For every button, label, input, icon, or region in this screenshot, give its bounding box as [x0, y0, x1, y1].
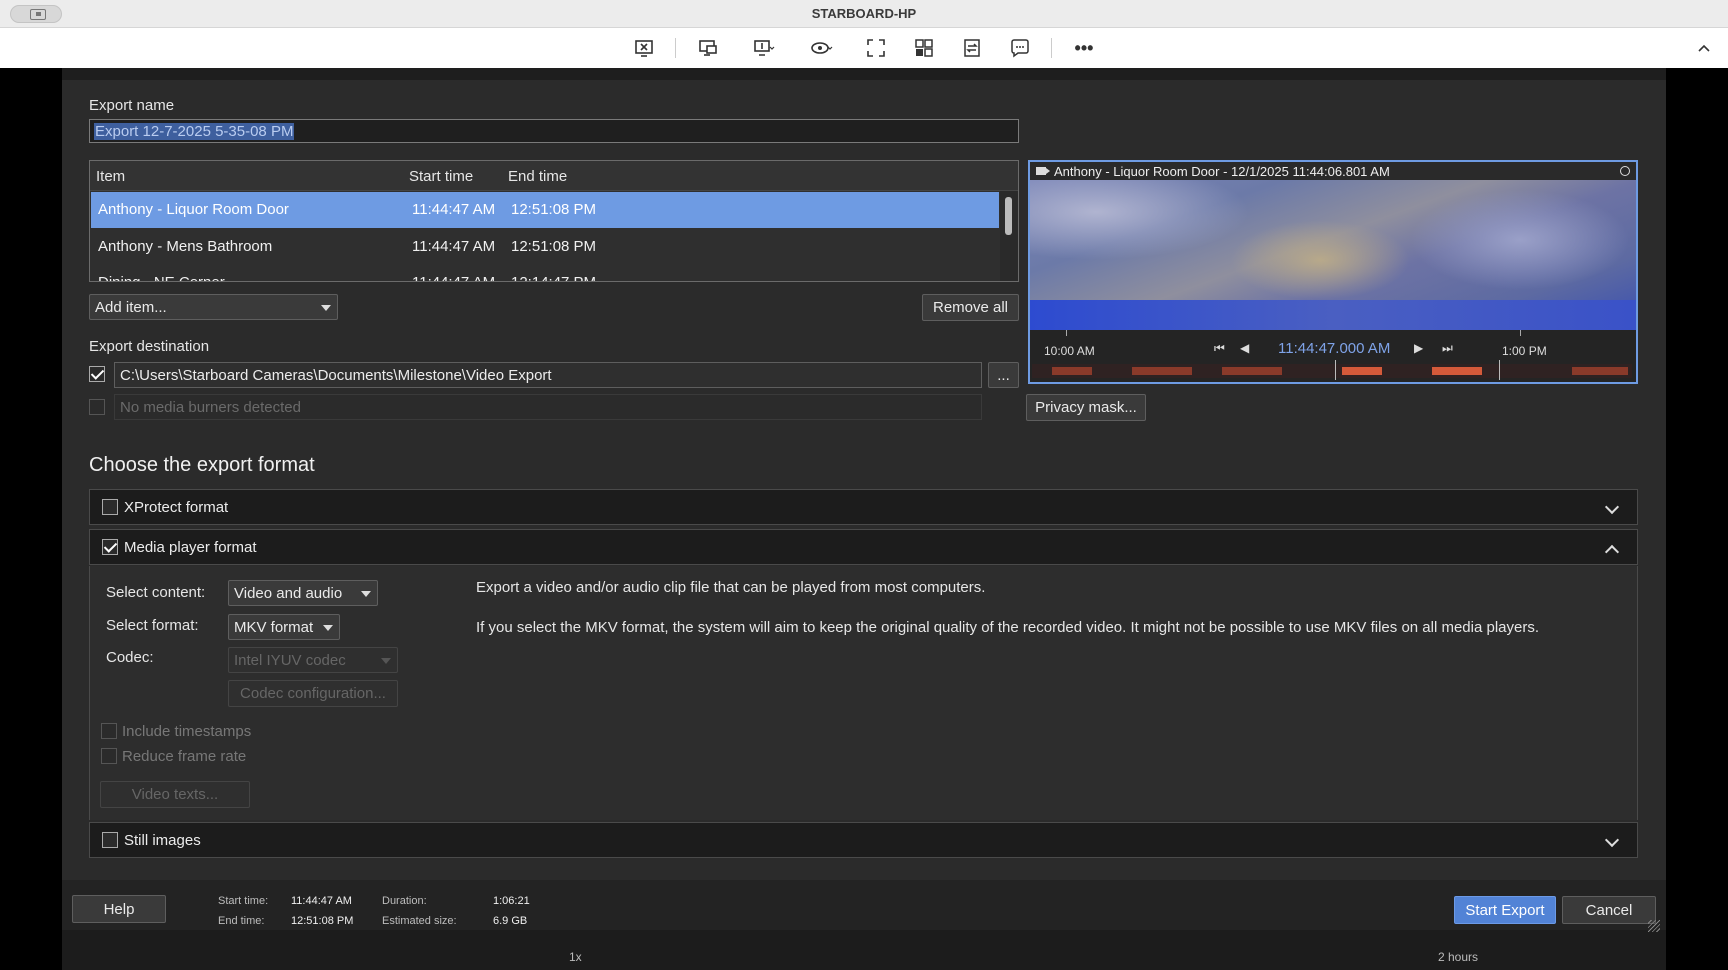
more-icon[interactable]: •••	[1072, 36, 1096, 60]
choose-format-heading: Choose the export format	[89, 454, 315, 476]
still-images-checkbox[interactable]	[102, 832, 118, 848]
span-label: 2 hours	[1438, 950, 1479, 964]
video-texts-button: Video texts...	[100, 781, 250, 808]
help-button[interactable]: Help	[72, 895, 166, 923]
chevron-down-icon	[321, 305, 331, 311]
column-header-item[interactable]: Item	[96, 168, 125, 185]
still-images-section[interactable]: Still images	[89, 822, 1638, 858]
select-content-label: Select content:	[106, 584, 206, 601]
chevron-down-icon[interactable]	[1604, 832, 1620, 848]
table-row[interactable]: Anthony - Mens Bathroom 11:44:47 AM 12:5…	[91, 229, 999, 265]
recording-bar	[1032, 364, 1632, 378]
timeline-end-label: 1:00 PM	[1502, 344, 1547, 358]
remote-desktop-toolbar: •••	[0, 28, 1728, 68]
browse-button[interactable]: ...	[988, 362, 1019, 388]
select-format-dropdown[interactable]: MKV format	[228, 614, 340, 640]
record-indicator-icon	[1620, 166, 1630, 176]
fullscreen-icon[interactable]	[864, 36, 888, 60]
chevron-down-icon	[381, 658, 391, 664]
include-timestamps-label: Include timestamps	[122, 723, 252, 740]
media-player-options: Select content: Video and audio Select f…	[89, 566, 1638, 820]
end-time-value: 12:51:08 PM	[291, 915, 354, 927]
table-row[interactable]: Anthony - Liquor Room Door 11:44:47 AM 1…	[91, 192, 999, 228]
add-item-dropdown[interactable]: Add item...	[89, 294, 338, 320]
camera-icon	[1036, 167, 1050, 175]
privacy-mask-button[interactable]: Privacy mask...	[1026, 394, 1146, 421]
resize-grip-icon[interactable]	[1648, 920, 1660, 932]
codec-dropdown: Intel IYUV codec	[228, 647, 398, 673]
transfer-icon[interactable]	[960, 36, 984, 60]
cancel-button[interactable]: Cancel	[1562, 896, 1656, 924]
export-items-table: Item Start time End time Anthony - Liquo…	[89, 160, 1019, 282]
play-forward-icon[interactable]: ▶	[1414, 341, 1423, 355]
chevron-down-icon[interactable]	[1604, 499, 1620, 515]
media-burner-checkbox	[89, 399, 105, 415]
estimated-size-label: Estimated size:	[382, 915, 457, 927]
export-name-input[interactable]: Export 12-7-2025 5-35-08 PM	[89, 119, 1019, 143]
video-frame	[1030, 180, 1636, 330]
title-bar: STARBOARD-HP	[0, 0, 1728, 28]
chevron-down-icon	[323, 625, 333, 631]
current-time-display: 11:44:47.000 AM	[1278, 340, 1391, 357]
next-frame-icon[interactable]: ⏭	[1442, 341, 1453, 356]
media-burners-dropdown: No media burners detected	[114, 394, 982, 420]
include-timestamps-checkbox	[101, 723, 117, 739]
chevron-up-icon[interactable]	[1692, 36, 1716, 60]
chevron-down-icon	[361, 591, 371, 597]
export-name-label: Export name	[89, 97, 175, 114]
xprotect-format-section[interactable]: XProtect format	[89, 489, 1638, 525]
disconnect-icon[interactable]	[632, 36, 656, 60]
media-description-2: If you select the MKV format, the system…	[476, 619, 1540, 636]
export-range-selector[interactable]	[1335, 360, 1500, 380]
underlying-player-controls: 1x 2 hours	[62, 930, 1666, 970]
window-title: STARBOARD-HP	[811, 6, 917, 21]
preview-timeline[interactable]: 10:00 AM ⏮ ◀ 11:44:47.000 AM ▶ ⏭ 1:00 PM	[1030, 330, 1636, 382]
end-time-label: End time:	[218, 915, 265, 927]
reduce-frame-rate-checkbox	[101, 748, 117, 764]
chevron-up-icon[interactable]	[1604, 544, 1620, 560]
select-format-label: Select format:	[106, 617, 199, 634]
start-time-value: 11:44:47 AM	[291, 895, 352, 907]
video-preview: Anthony - Liquor Room Door - 12/1/2025 1…	[1028, 160, 1638, 384]
speed-label: 1x	[569, 950, 582, 964]
destination-checkbox[interactable]	[89, 366, 105, 382]
timeline-start-label: 10:00 AM	[1044, 344, 1095, 358]
column-header-start[interactable]: Start time	[409, 168, 473, 185]
monitor-dropdown-icon[interactable]	[746, 36, 782, 60]
reduce-frame-rate-label: Reduce frame rate	[122, 748, 247, 765]
chat-icon[interactable]	[1008, 36, 1032, 60]
start-time-label: Start time:	[218, 895, 269, 907]
previous-frame-icon[interactable]: ⏮	[1214, 341, 1225, 356]
start-export-button[interactable]: Start Export	[1454, 896, 1556, 924]
preview-title-bar: Anthony - Liquor Room Door - 12/1/2025 1…	[1030, 162, 1636, 180]
multi-monitor-icon[interactable]	[912, 36, 936, 60]
codec-configuration-button: Codec configuration...	[228, 680, 398, 707]
column-header-end[interactable]: End time	[508, 168, 567, 185]
screen: STARBOARD-HP ••• Export name Export 12-7…	[0, 0, 1728, 970]
view-dropdown-icon[interactable]	[804, 36, 840, 60]
estimated-size-value: 6.9 GB	[493, 915, 528, 927]
display-icon[interactable]	[696, 36, 720, 60]
table-scrollbar[interactable]	[1000, 191, 1018, 281]
media-player-format-checkbox[interactable]	[102, 539, 118, 555]
export-destination-label: Export destination	[89, 338, 210, 355]
codec-label: Codec:	[106, 649, 154, 666]
xprotect-format-checkbox[interactable]	[102, 499, 118, 515]
duration-value: 1:06:21	[493, 895, 530, 907]
table-header: Item Start time End time	[90, 161, 1018, 191]
destination-path-input[interactable]: C:\Users\Starboard Cameras\Documents\Mil…	[114, 362, 982, 388]
select-content-dropdown[interactable]: Video and audio	[228, 580, 378, 606]
play-reverse-icon[interactable]: ◀	[1240, 341, 1249, 355]
media-player-format-section[interactable]: Media player format	[89, 529, 1638, 565]
duration-label: Duration:	[382, 895, 427, 907]
table-row[interactable]: Dining - NE Corner 11:44:47 AM 12:14:47 …	[91, 265, 999, 281]
remove-all-button[interactable]: Remove all	[922, 294, 1019, 321]
media-description-1: Export a video and/or audio clip file th…	[476, 579, 986, 596]
